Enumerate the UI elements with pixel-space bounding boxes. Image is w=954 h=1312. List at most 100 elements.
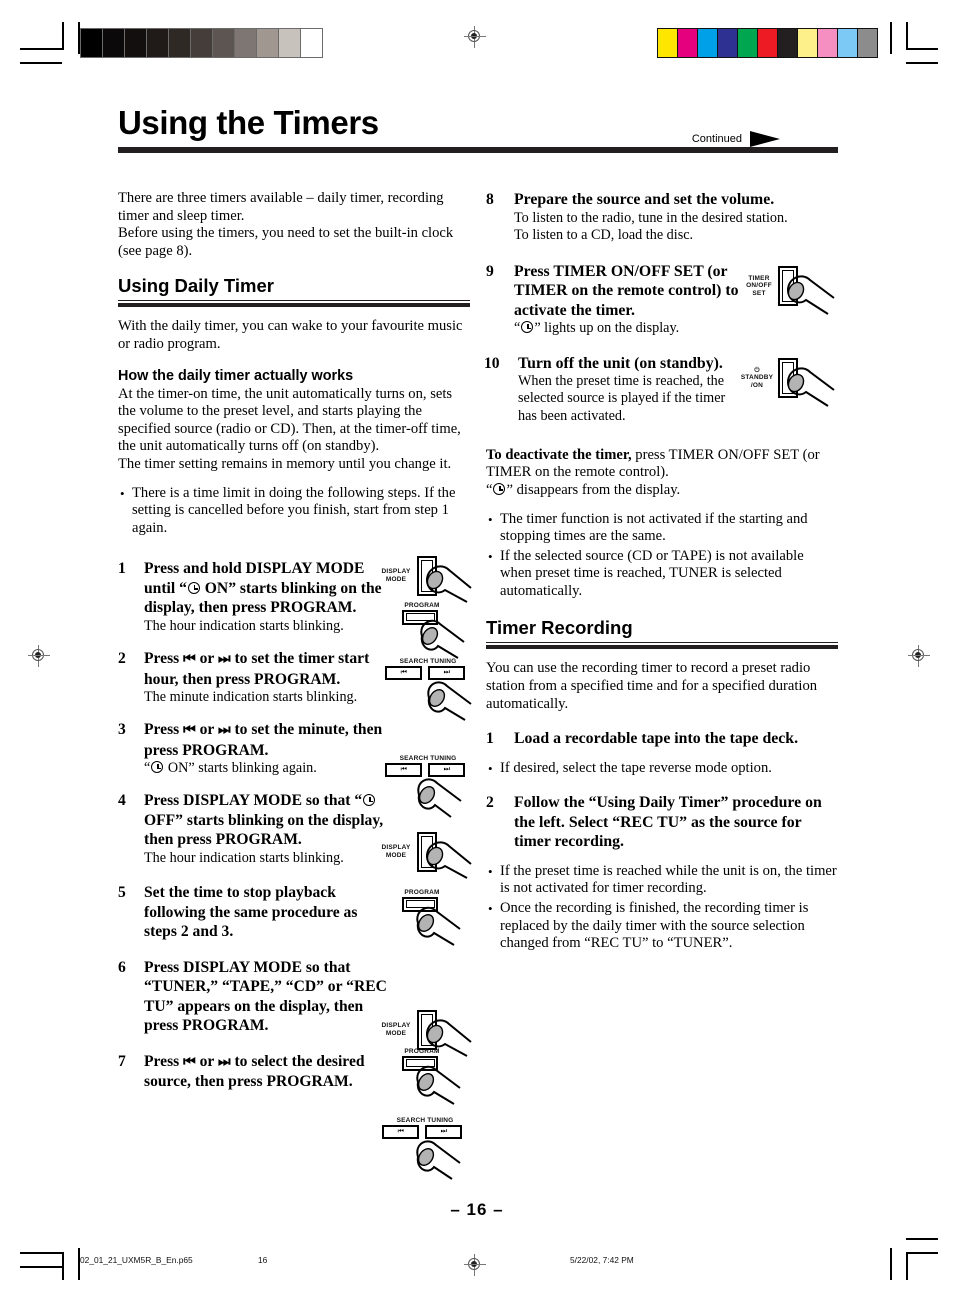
color-swatch [698,29,718,57]
grayscale-swatch [257,29,279,57]
recording-step-2-notes: If the preset time is reached while the … [486,863,838,953]
step-heading: Follow the “Using Daily Timer” procedure… [514,794,822,851]
step-heading-mid: or [195,1052,218,1070]
step-number: 8 [486,191,494,208]
print-footer: 02_01_21_UXM5R_B_En.p65 16 5/22/02, 7:42… [0,1255,954,1267]
search-tuning-label: SEARCH TUNING [396,1117,454,1124]
list-item: There is a time limit in doing the follo… [118,485,470,538]
step-heading-pre: Press [144,650,184,668]
subheading-how-it-works: How the daily timer actually works [118,367,354,384]
step-subtext: The minute indication starts blinking. [144,689,358,706]
standby-on-label: ⏻ STANDBY /ON [740,366,774,389]
illustration-display-mode-1: DISPLAY MODE [375,556,472,603]
step-heading: Press ⏮ or ⏭ to select the desired sourc… [144,1052,398,1092]
step-subtext-pre: “ [514,320,521,337]
how-it-works-body: At the timer-on time, the unit automatic… [118,385,461,455]
search-tuning-prev-button[interactable]: ⏮ [385,665,422,680]
step-subtext: When the preset time is reached, the sel… [518,373,726,424]
registration-mark-left [28,645,50,667]
step-heading-pre: Press DISPLAY MODE so that “ [144,792,363,810]
title-rule [118,147,838,153]
next-track-icon: ⏭ [217,652,231,668]
timer-onoff-set-label: TIMER ON/OFF SET [746,274,772,297]
step-number: 2 [118,650,126,668]
continued-marker: Continued [692,131,780,147]
step-number: 3 [118,721,126,739]
color-swatch [758,29,778,57]
prev-track-icon: ⏮ [183,723,196,739]
recording-step-1: 1 Load a recordable tape into the tape d… [486,729,838,749]
step-heading-mid: or [195,721,218,739]
color-swatch [858,29,877,57]
color-swatch [838,29,858,57]
intro-line-2: Before using the timers, you need to set… [118,225,454,259]
step-subtext-post: ON” starts blinking again. [164,760,317,777]
grayscale-swatch [81,29,103,57]
search-tuning-prev-button[interactable]: ⏮ [382,1124,419,1139]
illustration-program-2: PROGRAM [402,889,461,946]
footer-folio: 16 [258,1255,268,1265]
deactivate-note-list: The timer function is not activated if t… [486,511,838,601]
step-number: 1 [486,730,494,748]
step-heading-pre: Press [144,721,184,739]
deactivate-line2-pre: “ [486,481,493,498]
next-track-icon: ⏭ [217,723,231,739]
clock-icon [151,761,164,774]
search-tuning-next-button[interactable]: ⏭ [425,1124,462,1139]
list-item: The timer function is not activated if t… [486,511,838,546]
registration-mark-top [464,26,486,48]
recording-step-2: 2 Follow the “Using Daily Timer” procedu… [486,793,838,852]
display-mode-button[interactable] [417,1010,437,1050]
clock-icon [187,581,200,594]
search-tuning-prev-button[interactable]: ⏮ [385,762,422,777]
display-mode-label: DISPLAY MODE [381,568,411,583]
clock-icon [493,482,506,495]
timer-onoff-set-button[interactable] [778,266,798,306]
standby-on-button[interactable] [778,358,798,398]
heading-rule-recording [486,642,838,650]
step-number: 9 [486,262,494,280]
step-number: 2 [486,794,494,812]
illustration-program-1: PROGRAM [402,602,465,659]
prev-track-icon: ⏮ [183,1054,196,1070]
program-button[interactable] [402,609,438,625]
step-heading: Load a recordable tape into the tape dec… [514,730,799,748]
grayscale-swatch [169,29,191,57]
display-mode-button[interactable] [417,832,437,872]
list-item: If desired, select the tape reverse mode… [486,760,838,778]
step-heading-mid: or [195,650,218,668]
program-button[interactable] [402,896,438,912]
deactivate-line2-post: ” disappears from the display. [506,481,681,498]
illustration-search-tuning-1: SEARCH TUNING ⏮ ⏭ [385,658,472,721]
program-button[interactable] [402,1055,438,1071]
step-heading: Press DISPLAY MODE so that “TUNER,” “TAP… [144,958,387,1035]
search-tuning-next-button[interactable]: ⏭ [428,665,465,680]
color-swatch [818,29,838,57]
step-heading-post: OFF” starts blinking on the display, the… [144,811,384,849]
recording-step-1-notes: If desired, select the tape reverse mode… [486,760,838,778]
color-calibration-bar [657,28,878,58]
step-subtext-2: To listen to a CD, load the disc. [514,226,694,243]
step-subtext-post: ” lights up on the display. [534,320,680,337]
search-tuning-next-button[interactable]: ⏭ [428,762,465,777]
deactivate-bold: To deactivate the timer, [486,446,632,463]
continued-label: Continued [691,132,742,145]
grayscale-swatch [125,29,147,57]
illustration-standby-on: ⏻ STANDBY /ON [736,358,835,407]
program-label: PROGRAM [404,1048,440,1055]
color-swatch [678,29,698,57]
illustration-search-tuning-2: SEARCH TUNING ⏮ ⏭ [385,755,471,818]
column-left: There are three timers available – daily… [118,190,470,1092]
illustration-program-3: PROGRAM [402,1048,461,1105]
finger-pressing-icon [416,1140,461,1180]
display-mode-button[interactable] [417,556,437,596]
display-mode-label: DISPLAY MODE [381,844,411,859]
program-label: PROGRAM [404,889,440,896]
step-subtext: To listen to the radio, tune in the desi… [514,209,788,226]
color-swatch [658,29,678,57]
search-tuning-button-pair: ⏮ ⏭ [385,762,471,777]
step-heading: Prepare the source and set the volume. [514,191,775,208]
color-swatch [738,29,758,57]
search-tuning-button-pair: ⏮ ⏭ [382,1124,468,1139]
color-swatch [798,29,818,57]
